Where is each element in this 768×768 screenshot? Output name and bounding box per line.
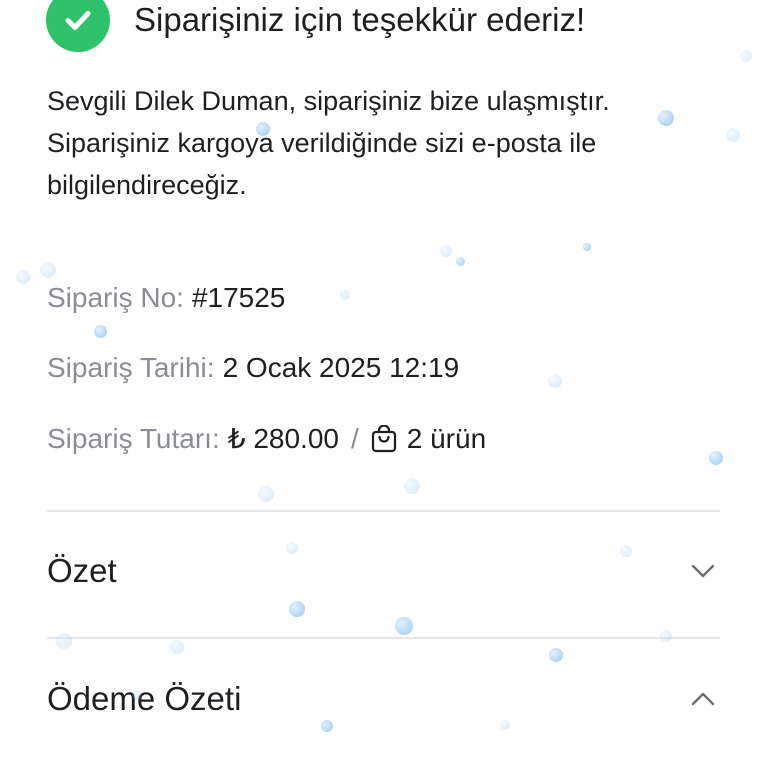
snow-dot [94, 325, 107, 338]
check-circle-icon [46, 0, 110, 52]
summary-section-title: Özet [47, 552, 117, 589]
snow-dot [404, 478, 420, 494]
snow-dot [170, 640, 184, 654]
item-count: 2 ürün [406, 422, 487, 454]
snow-dot [726, 128, 740, 142]
order-total-row: Sipariş Tutarı: ₺ 280.00 / 2 ürün [47, 422, 486, 455]
order-date-value: 2 Ocak 2025 12:19 [222, 352, 460, 383]
total-separator: / [350, 422, 359, 454]
chevron-down-icon[interactable] [690, 563, 716, 579]
divider [47, 510, 720, 512]
order-date-label: Sipariş Tarihi: [47, 352, 215, 383]
page-title: Siparişiniz için teşekkür ederiz! [134, 1, 586, 38]
payment-summary-section-title: Ödeme Özeti [47, 680, 242, 717]
snow-dot [740, 50, 752, 62]
snow-dot [340, 290, 350, 300]
order-total-label: Sipariş Tutarı: [47, 422, 220, 454]
snow-dot [258, 486, 274, 502]
order-number-value: #17525 [191, 282, 286, 313]
order-number-row: Sipariş No: #17525 [47, 282, 285, 314]
snow-dot [440, 245, 452, 257]
confirmation-message: Sevgili Dilek Duman, siparişiniz bize ul… [47, 86, 610, 200]
order-date-row: Sipariş Tarihi: 2 Ocak 2025 12:19 [47, 352, 459, 384]
snow-dot [456, 257, 465, 266]
snow-dot [289, 601, 305, 617]
order-total-value: ₺ 280.00 [227, 423, 339, 454]
confirmation-header: Siparişiniz için teşekkür ederiz! [46, 0, 585, 52]
snow-dot [709, 451, 723, 465]
snow-dot [16, 270, 30, 284]
order-number-label: Sipariş No: [47, 282, 184, 313]
snow-dot [40, 262, 56, 278]
shopping-bag-icon [371, 424, 397, 453]
payment-summary-section-toggle[interactable]: Ödeme Özeti [47, 680, 720, 718]
snow-dot [500, 720, 510, 730]
order-confirmation-page: Siparişiniz için teşekkür ederiz! Sevgil… [0, 0, 768, 768]
snow-dot [56, 633, 72, 649]
snow-dot [321, 720, 333, 732]
snow-dot [660, 630, 672, 642]
chevron-up-icon[interactable] [690, 691, 716, 707]
divider [47, 637, 720, 639]
snow-dot [395, 617, 413, 635]
snow-dot [583, 243, 591, 251]
snow-dot [548, 374, 562, 388]
snow-dot [549, 648, 563, 662]
summary-section-toggle[interactable]: Özet [47, 552, 720, 590]
